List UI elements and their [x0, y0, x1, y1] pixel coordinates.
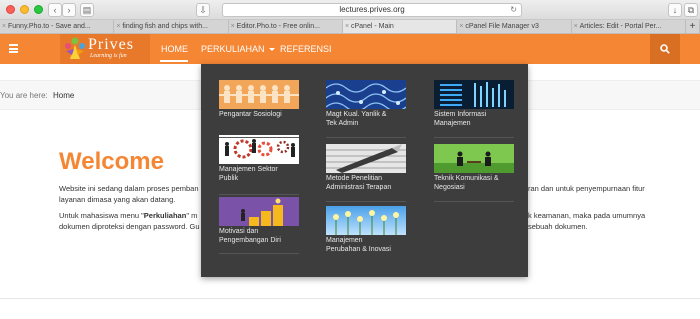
browser-tab[interactable]: × cPanel File Manager v3 [457, 20, 572, 33]
info-text-line: dokumen diproteksi dengan password. Gu [59, 222, 200, 231]
footer-divider [0, 298, 700, 299]
search-button[interactable] [650, 34, 680, 64]
reload-icon[interactable]: ↻ [510, 4, 517, 16]
browser-tab-active[interactable]: × cPanel - Main [342, 20, 458, 33]
server-rack-thumbnail [434, 80, 514, 109]
info-text-line-end: k keamanan, maka pada umumnya [528, 211, 646, 220]
nav-home[interactable]: HOME [161, 44, 188, 54]
zoom-window-button[interactable] [34, 5, 43, 14]
downloads-icon[interactable]: ⇩ [196, 3, 210, 17]
url-text: lectures.prives.org [339, 5, 405, 14]
course-label: Teknik Komunikasi & Negosiasi [434, 175, 499, 191]
course-label: Manajemen Sektor Publik [219, 166, 278, 182]
breadcrumb-label: You are here: [0, 91, 48, 100]
menu-divider [326, 201, 406, 202]
logo-tagline: Learning is fun [90, 53, 127, 59]
menu-divider [434, 137, 514, 138]
menu-divider [219, 137, 299, 138]
close-tab-icon[interactable]: × [2, 20, 6, 33]
menu-divider [326, 137, 406, 138]
gears-people-thumbnail [219, 135, 299, 164]
browser-tab[interactable]: × Funny.Pho.to - Save and... [0, 20, 115, 33]
back-icon[interactable]: ‹ [48, 3, 62, 17]
hamburger-menu-icon[interactable] [9, 44, 18, 53]
nav-perkuliahan-label: PERKULIAHAN [201, 44, 265, 54]
new-tab-button[interactable]: + [686, 20, 700, 33]
close-tab-icon[interactable]: × [231, 20, 235, 33]
menu-divider [219, 253, 299, 254]
info-text-line-end: sebuah dokumen. [528, 222, 588, 231]
course-label: Sistem Informasi Manajemen [434, 111, 487, 127]
logo-name: Prives [88, 36, 134, 53]
close-tab-icon[interactable]: × [116, 20, 120, 33]
people-chain-thumbnail [219, 80, 299, 109]
close-tab-icon[interactable]: × [459, 20, 463, 33]
nav-referensi[interactable]: REFERENSI [280, 44, 332, 54]
course-label: Motivasi dan Pengembangan Diri [219, 228, 281, 244]
minimize-window-button[interactable] [20, 5, 29, 14]
intro-text-line-end: ran dan untuk penyempurnaan fitur [528, 184, 645, 193]
close-tab-icon[interactable]: × [345, 20, 349, 33]
browser-tab[interactable]: × finding fish and chips with... [114, 20, 229, 33]
nav-active-indicator [160, 60, 188, 62]
intro-text-line: layanan dimasa yang akan datang. [59, 195, 176, 204]
course-label: Metode Penelitian Administrasi Terapan [326, 175, 392, 191]
download-arrow-icon[interactable]: ↓ [668, 3, 682, 17]
perkuliahan-link-text: Perkuliahan [143, 211, 187, 220]
business-meeting-thumbnail [434, 144, 514, 173]
chevron-down-icon [268, 48, 275, 52]
menu-divider [434, 201, 514, 202]
breadcrumb-home[interactable]: Home [53, 91, 74, 100]
blue-pattern-thumbnail [326, 80, 406, 109]
menu-divider [219, 194, 299, 195]
tab-bar: × Funny.Pho.to - Save and... × finding fis… [0, 20, 700, 34]
close-window-button[interactable] [6, 5, 15, 14]
browser-toolbar: ‹ › ▤ ⇩ lectures.prives.org ↻ ↓ ⧉ [0, 0, 700, 20]
intro-text-line: Website ini sedang dalam proses pemban [59, 184, 199, 193]
flowers-sky-thumbnail [326, 206, 406, 235]
pen-sketch-thumbnail [326, 144, 406, 173]
nav-perkuliahan[interactable]: PERKULIAHAN [201, 44, 275, 54]
site-logo[interactable]: Prives Learning is fun [60, 34, 150, 64]
logo-figure-icon [65, 37, 85, 59]
address-bar[interactable]: lectures.prives.org ↻ [222, 3, 522, 17]
course-label: Pengantar Sosiologi [219, 111, 282, 118]
course-label: Magt Kual. Yanlik & Tek Admin [326, 111, 387, 127]
share-icon[interactable]: ⧉ [684, 3, 698, 17]
sidebar-icon[interactable]: ▤ [80, 3, 94, 17]
window-controls [6, 5, 43, 14]
stairs-goal-thumbnail [219, 197, 299, 226]
search-icon [660, 44, 670, 54]
perkuliahan-dropdown: Pengantar Sosiologi Magt Kual. Yanlik & T… [201, 64, 528, 277]
page-title: Welcome [59, 148, 164, 175]
info-text-line: Untuk mahasiswa menu "Perkuliahan" m [59, 211, 198, 220]
course-label: Manajemen Perubahan & Inovasi [326, 237, 391, 253]
forward-icon[interactable]: › [62, 3, 76, 17]
browser-tab[interactable]: × Editor.Pho.to - Free onlin... [229, 20, 343, 33]
browser-tab[interactable]: × Articles: Edit - Portal Per... [572, 20, 686, 33]
close-tab-icon[interactable]: × [574, 20, 578, 33]
